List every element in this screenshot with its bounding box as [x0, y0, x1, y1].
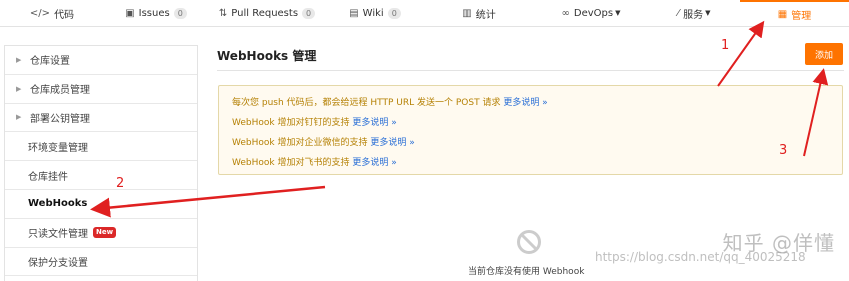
- sidebar-item-widgets[interactable]: 仓库挂件: [5, 161, 197, 190]
- wiki-icon: ▤: [349, 7, 359, 19]
- annotation-number-2: 2: [116, 176, 125, 191]
- sidebar-item-label: 环境变量管理: [28, 142, 88, 154]
- sidebar-item-protected-branches[interactable]: 保护分支设置: [5, 248, 197, 277]
- tab-services[interactable]: ⁄ 服务 ▼: [648, 0, 740, 26]
- empty-state-text: 当前仓库没有使用 Webhook: [468, 267, 585, 277]
- tab-label: Issues: [138, 7, 170, 19]
- tab-label: 管理: [791, 10, 812, 22]
- chevron-right-icon: ▶: [16, 55, 22, 64]
- page-title: WebHooks 管理: [217, 49, 317, 63]
- sidebar-item-members[interactable]: ▶ 仓库成员管理: [5, 75, 197, 104]
- notice-text: WebHook 增加对企业微信的支持: [232, 138, 371, 148]
- sidebar-item-webhooks[interactable]: WebHooks: [5, 190, 197, 219]
- tab-devops[interactable]: ∞ DevOps ▼: [534, 0, 648, 26]
- notice-text: 每次您 push 代码后，都会给远程 HTTP URL 发送一个 POST 请求: [232, 98, 504, 108]
- tab-label: Wiki: [362, 7, 384, 19]
- sidebar-item-label: 保护分支设置: [28, 257, 88, 269]
- tab-label: 服务: [683, 9, 704, 21]
- notice-line: 每次您 push 代码后，都会给远程 HTTP URL 发送一个 POST 请求…: [232, 95, 548, 108]
- watermark-url: https://blog.csdn.net/qq_40025218: [595, 250, 806, 264]
- tab-pull-requests[interactable]: ⇅ Pull Requests 0: [208, 0, 326, 26]
- count-badge: 0: [387, 7, 401, 19]
- more-info-link[interactable]: 更多说明 »: [503, 98, 547, 108]
- tab-label: 统计: [475, 9, 496, 21]
- issues-icon: ▣: [125, 7, 135, 19]
- new-badge: New: [93, 227, 117, 239]
- sidebar-item-deploy-keys[interactable]: ▶ 部署公钥管理: [5, 104, 197, 133]
- caret-down-icon: ▼: [705, 9, 711, 17]
- annotation-number-3: 3: [779, 143, 788, 158]
- sidebar-item-label: 只读文件管理: [28, 229, 88, 241]
- tab-label: DevOps: [573, 7, 614, 19]
- tab-wiki[interactable]: ▤ Wiki 0: [326, 0, 424, 26]
- sidebar-item-label: 部署公钥管理: [30, 113, 90, 125]
- pull-request-icon: ⇅: [218, 7, 228, 19]
- manage-icon: ▦: [777, 8, 788, 20]
- tab-label: Pull Requests: [231, 7, 299, 19]
- notice-text: WebHook 增加对钉钉的支持: [232, 118, 353, 128]
- services-icon: ⁄: [677, 7, 680, 19]
- notice-line: WebHook 增加对钉钉的支持 更多说明 »: [232, 115, 397, 128]
- sidebar-item-label: 仓库挂件: [28, 171, 68, 183]
- tab-stats[interactable]: ▥ 统计: [424, 0, 534, 26]
- sidebar-item-env-vars[interactable]: 环境变量管理: [5, 132, 197, 162]
- devops-icon: ∞: [561, 7, 570, 19]
- tab-code[interactable]: </> 代码: [0, 0, 104, 26]
- annotation-number-1: 1: [721, 38, 730, 53]
- code-icon: </>: [29, 7, 51, 19]
- count-badge: 0: [173, 7, 187, 19]
- tab-label: 代码: [54, 9, 75, 21]
- chevron-right-icon: ▶: [16, 84, 22, 93]
- caret-down-icon: ▼: [615, 9, 621, 17]
- notice-line: WebHook 增加对飞书的支持 更多说明 »: [232, 155, 397, 168]
- add-webhook-button[interactable]: 添加: [805, 43, 843, 65]
- tab-manage[interactable]: ▦ 管理: [740, 0, 849, 26]
- annotation-arrow-1: [717, 20, 765, 87]
- sidebar-item-repo-settings[interactable]: ▶ 仓库设置: [5, 46, 197, 75]
- sidebar-item-label: 仓库成员管理: [30, 85, 90, 97]
- notice-line: WebHook 增加对企业微信的支持 更多说明 »: [232, 135, 415, 148]
- tab-issues[interactable]: ▣ Issues 0: [104, 0, 208, 26]
- stats-icon: ▥: [462, 7, 472, 19]
- notice-text: WebHook 增加对飞书的支持: [232, 158, 353, 168]
- sidebar-item-label: WebHooks: [28, 198, 88, 210]
- chevron-right-icon: ▶: [16, 113, 22, 122]
- sidebar-item-label: 仓库设置: [30, 56, 70, 68]
- more-info-link[interactable]: 更多说明 »: [370, 138, 414, 148]
- sidebar-item-readonly-files[interactable]: 只读文件管理 New: [5, 219, 197, 248]
- more-info-link[interactable]: 更多说明 »: [352, 118, 396, 128]
- count-badge: 0: [302, 7, 316, 19]
- settings-sidebar: ▶ 仓库设置 ▶ 仓库成员管理 ▶ 部署公钥管理 环境变量管理 仓库挂件 Web…: [4, 45, 198, 281]
- info-notice: 每次您 push 代码后，都会给远程 HTTP URL 发送一个 POST 请求…: [218, 85, 843, 175]
- empty-state-icon: [517, 230, 541, 254]
- more-info-link[interactable]: 更多说明 »: [352, 158, 396, 168]
- repo-nav-bar: </> 代码 ▣ Issues 0 ⇅ Pull Requests 0 ▤ Wi…: [0, 0, 849, 27]
- title-divider: [217, 70, 844, 71]
